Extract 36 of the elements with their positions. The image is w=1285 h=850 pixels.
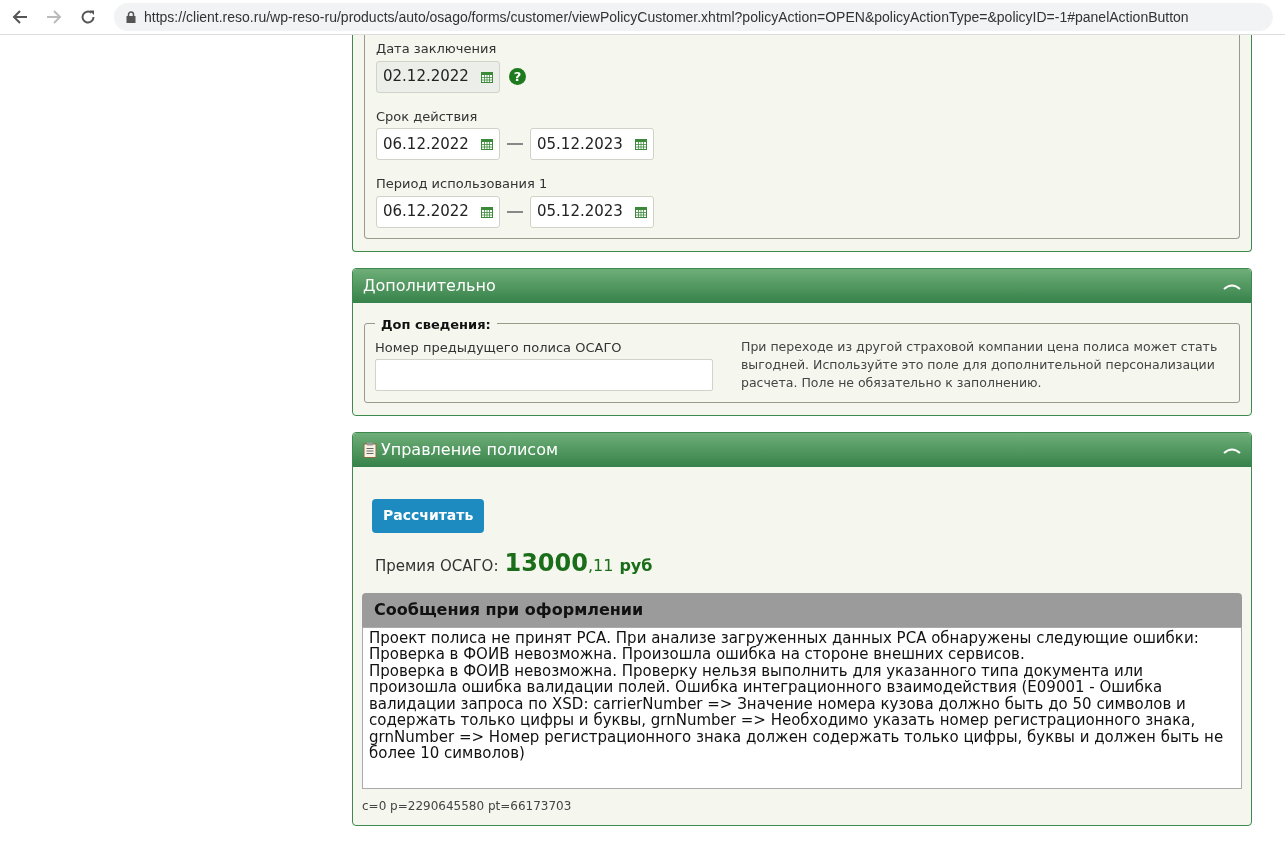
hint-text: При переходе из другой страховой компании цена полиса может стать выгодней. Используйте это поле для дополнительной персонализации расчета. Поле не обязательно к заполнению.: [741, 337, 1219, 392]
range-dash: [507, 210, 523, 213]
date-field[interactable]: 06.12.2022: [376, 128, 500, 160]
clipboard-icon: [363, 441, 377, 458]
field-label: Дата заключения: [376, 40, 498, 58]
reload-icon[interactable]: [80, 9, 96, 25]
back-arrow-icon[interactable]: [12, 9, 28, 25]
premium-label: Премия ОСАГО:: [375, 555, 499, 577]
message-text: Проверка в ФОИВ невозможна. Проверку нельзя выполнить для указанного типа документа или произошла ошибка валидации полей. Ошибка интеграционного взаимодействия (E09001 - Ошибка валидации запроса по XSD: carrierNumber => Значение номера кузова должно быть до 50 символов и содержать только цифры и буквы, grnNumber => Необходимо указать номер регистрационного знака, grnNumber => Номер регистрационного знака должен содержать только цифры, буквы и должен быть не более 10 символов): [369, 662, 1225, 762]
panel-title: Управление полисом: [381, 438, 559, 461]
premium-amount: 13000: [504, 547, 588, 579]
lock-icon: [126, 11, 136, 23]
debug-info: c=0 p=2290645580 pt=66173703: [362, 797, 573, 815]
premium-fraction: ,11: [587, 554, 614, 577]
date-field[interactable]: 05.12.2023: [530, 195, 654, 228]
field-label: Период использования 1: [376, 175, 549, 193]
premium-currency: руб: [619, 554, 653, 577]
field-label: Номер предыдущего полиса ОСАГО: [375, 338, 623, 357]
messages-header: Сообщения при оформлении: [362, 592, 1242, 627]
message-text: Проверка в ФОИВ невозможна. Произошла ошибка на стороне внешних сервисов.: [369, 646, 1025, 663]
date-field[interactable]: 06.12.2022: [376, 195, 500, 228]
message-text: Проект полиса не принят РСА. При анализе загруженных данных РСА обнаружены следующие ошибки:: [369, 629, 1200, 646]
range-dash: [507, 143, 523, 145]
calendar-icon[interactable]: [635, 205, 647, 218]
calculate-button[interactable]: Рассчитать: [372, 498, 485, 533]
date-field[interactable]: 05.12.2023: [530, 128, 654, 160]
messages-textarea[interactable]: [362, 626, 1242, 789]
help-icon[interactable]: ?: [509, 68, 526, 85]
address-bar[interactable]: https://client.reso.ru/wp-reso-ru/products/auto/osago/forms/customer/viewPolicyCustomer.xhtml?policyAction=OPEN&policyActionType=&policyID=-1#panelActionButton: [114, 3, 1273, 31]
panel-header[interactable]: Дополнительно: [353, 268, 1251, 303]
calendar-icon[interactable]: [481, 138, 493, 150]
policy-number-input[interactable]: [375, 359, 713, 391]
calendar-icon[interactable]: [635, 138, 647, 150]
field-label: Срок действия: [376, 107, 479, 126]
calendar-icon[interactable]: [481, 205, 493, 218]
panel-title: Дополнительно: [363, 274, 497, 297]
